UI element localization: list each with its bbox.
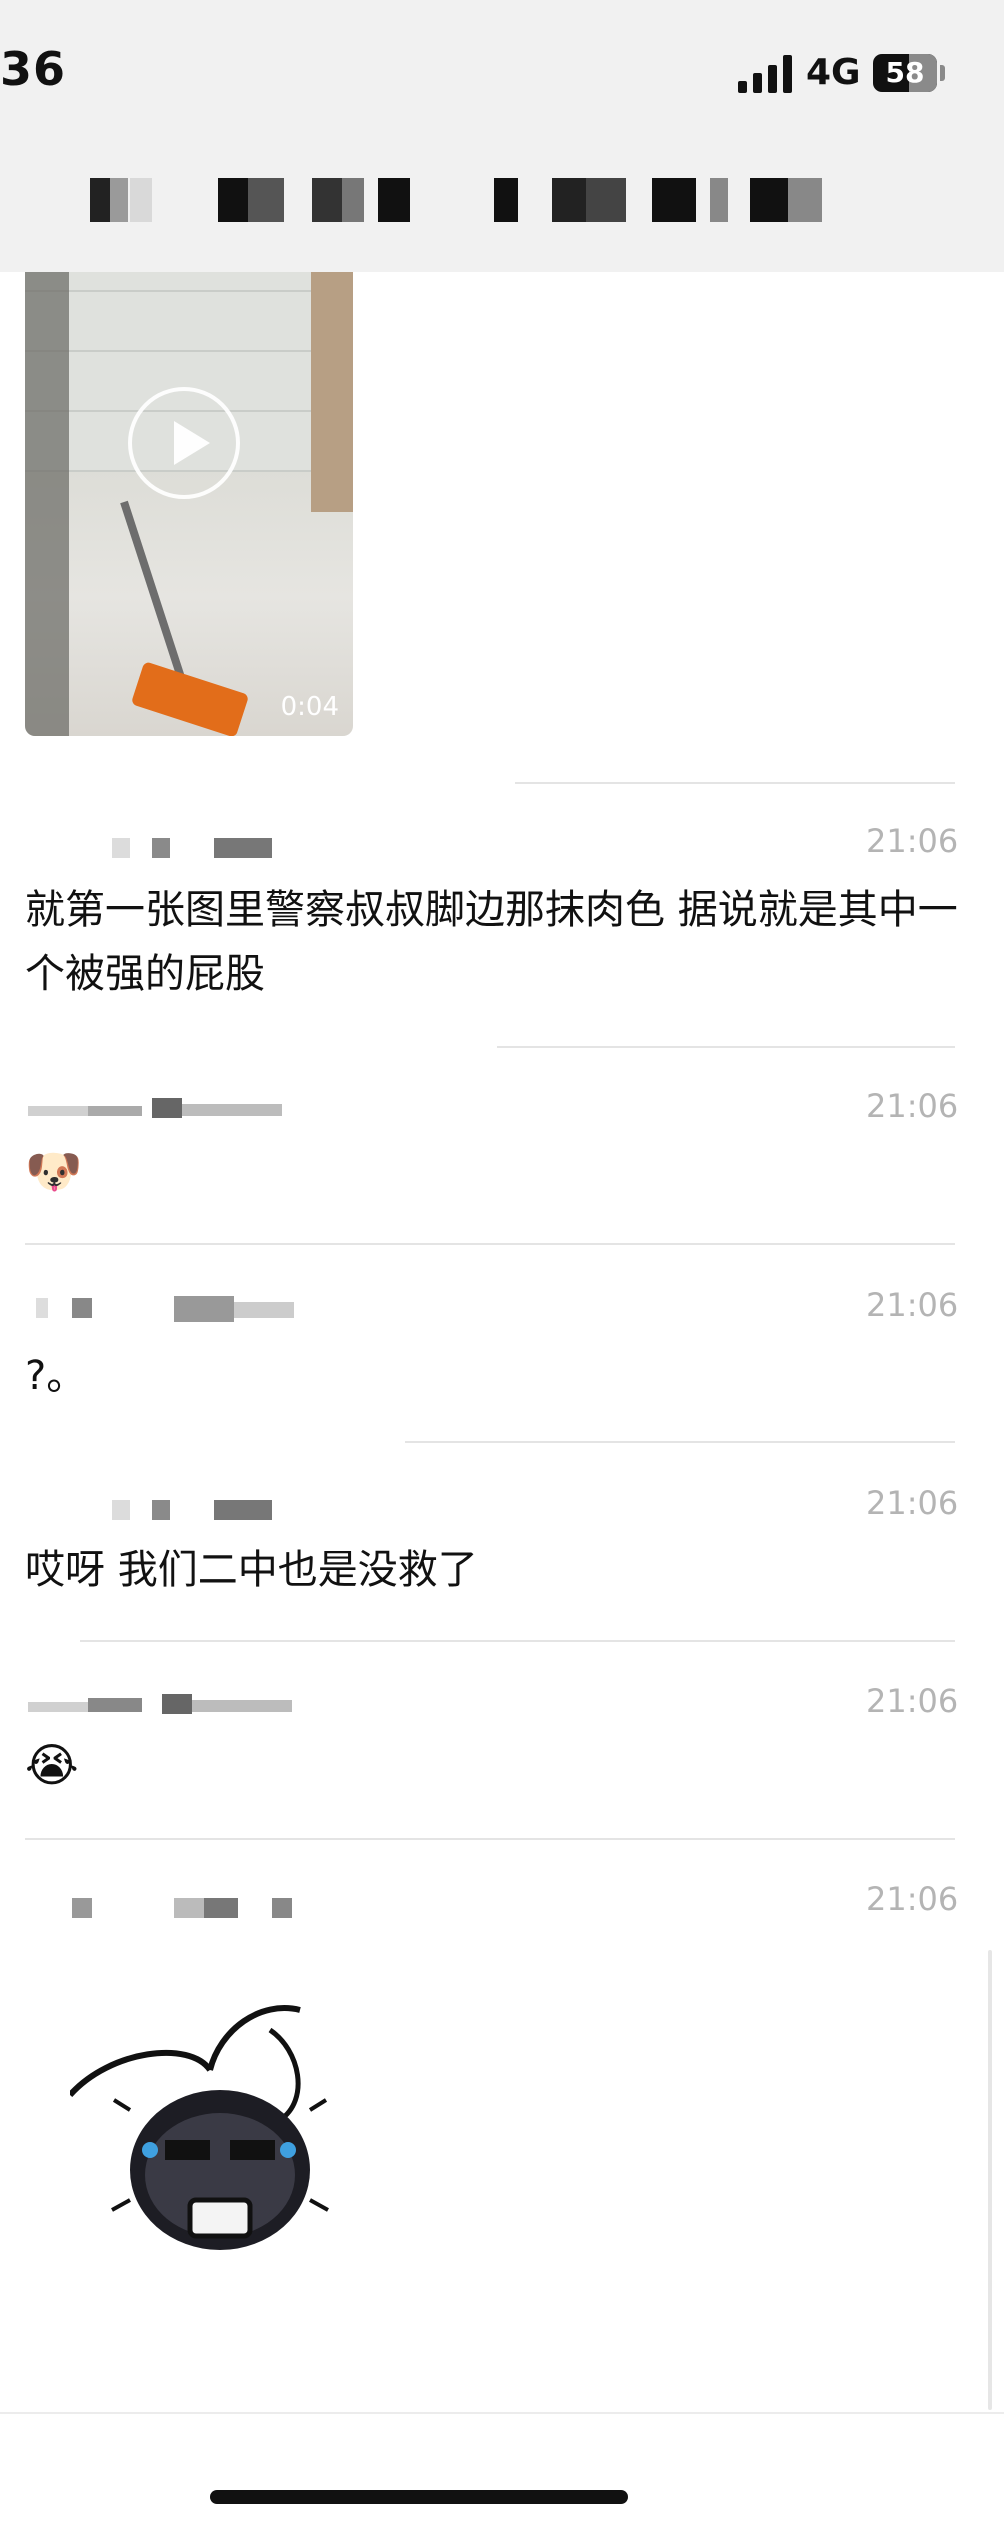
message-time: 21:06 (866, 822, 959, 860)
crying-emoji: 😭 (25, 1738, 79, 1792)
sender-name-redacted[interactable] (28, 1098, 298, 1120)
message-time: 21:06 (866, 1286, 959, 1324)
message-time: 21:06 (866, 1484, 959, 1522)
message-text: ?。 (25, 1353, 87, 1399)
message-text: 哎呀 我们二中也是没救了 (25, 1547, 478, 1593)
status-time: 36 (0, 42, 67, 96)
crying-cartoon-sticker[interactable] (70, 2000, 370, 2280)
signal-icon (738, 55, 794, 93)
battery-icon: 58 (873, 54, 937, 92)
sender-name-redacted[interactable] (28, 1694, 298, 1716)
play-icon[interactable] (128, 387, 240, 499)
status-bar: 36 4G 58 (0, 0, 1004, 272)
home-indicator[interactable] (210, 2490, 628, 2504)
battery-percent: 58 (885, 56, 925, 89)
network-type: 4G (806, 52, 861, 93)
divider (80, 1640, 955, 1642)
sender-name-redacted[interactable] (72, 1898, 312, 1920)
battery-tip (940, 65, 945, 81)
divider (515, 782, 955, 784)
divider (25, 1838, 955, 1840)
message-time: 21:06 (866, 1880, 959, 1918)
divider (405, 1441, 955, 1443)
divider (497, 1046, 955, 1048)
sender-name-redacted[interactable] (112, 838, 282, 860)
video-duration: 0:04 (280, 692, 339, 722)
sender-name-redacted[interactable] (112, 1500, 282, 1522)
video-message-thumbnail[interactable]: 0:04 (25, 272, 353, 736)
chat-title-redacted[interactable] (90, 178, 840, 222)
scrollbar[interactable] (988, 1950, 992, 2410)
doge-emoji: 🐶 (25, 1144, 83, 1198)
message-time: 21:06 (866, 1682, 959, 1720)
message-time: 21:06 (866, 1087, 959, 1125)
divider (25, 1243, 955, 1245)
divider (0, 2412, 1004, 2414)
sender-name-redacted[interactable] (36, 1296, 316, 1322)
message-text: 就第一张图里警察叔叔脚边那抹肉色 据说就是其中一个被强的屁股 (25, 887, 958, 997)
